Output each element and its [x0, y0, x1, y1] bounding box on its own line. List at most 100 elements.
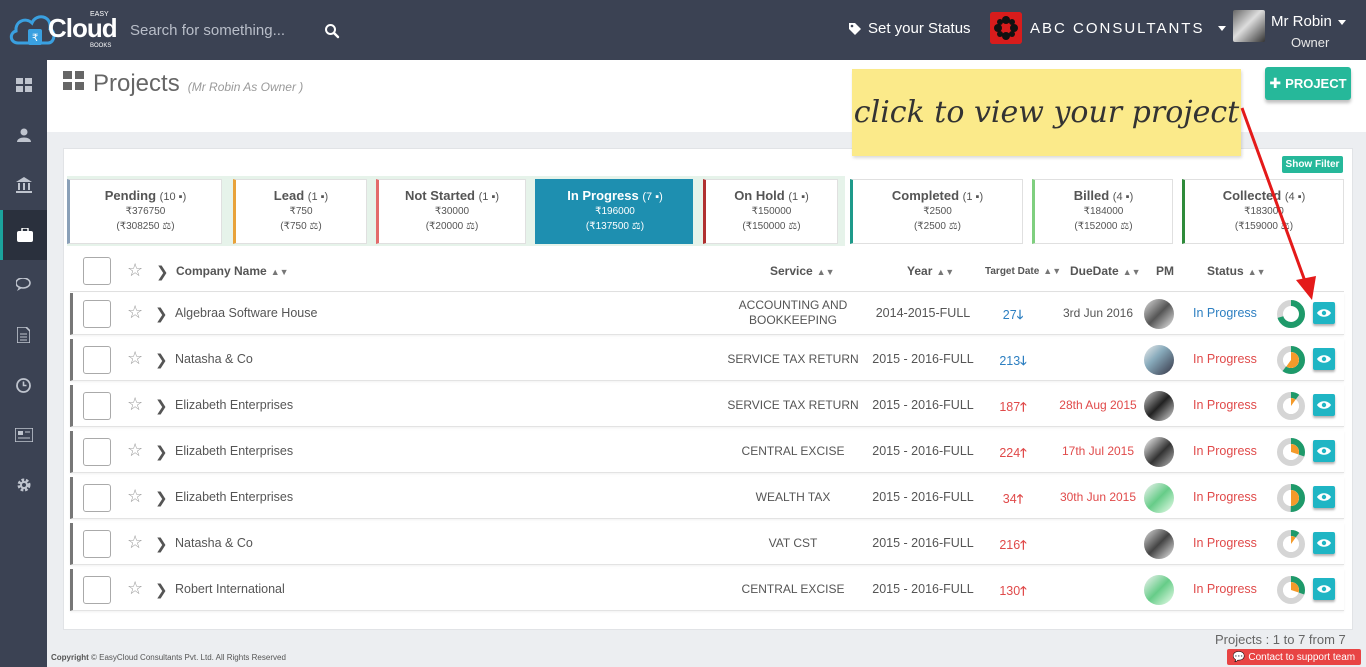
- select-all-checkbox[interactable]: [83, 257, 111, 285]
- chevron-right-icon[interactable]: ❯: [155, 443, 168, 461]
- annotation-note: click to view your project: [852, 69, 1241, 156]
- view-project-button[interactable]: [1313, 578, 1335, 600]
- view-project-button[interactable]: [1313, 348, 1335, 370]
- table-row[interactable]: ☆ ❯ Elizabeth Enterprises WEALTH TAX 2015 - …: [70, 477, 1344, 519]
- sidebar-item-projects[interactable]: [0, 210, 47, 260]
- pm-avatar[interactable]: [1144, 483, 1174, 513]
- star-icon[interactable]: ☆: [127, 302, 143, 323]
- star-icon[interactable]: ☆: [127, 532, 143, 553]
- pm-avatar[interactable]: [1144, 437, 1174, 467]
- scale-icon: ⚖: [1120, 221, 1130, 232]
- chevron-right-icon[interactable]: ❯: [155, 305, 168, 323]
- status-tab-billed[interactable]: Billed (4 ▪) ₹184000 (₹152000 ⚖): [1032, 179, 1173, 244]
- support-label: Contact to support team: [1248, 651, 1356, 663]
- row-checkbox[interactable]: [83, 346, 111, 374]
- header-company[interactable]: Company Name ▲▼: [176, 264, 289, 278]
- chat-bubble-icon: 💬: [1232, 651, 1246, 663]
- company-name: Natasha & Co: [175, 352, 253, 366]
- view-project-button[interactable]: [1313, 440, 1335, 462]
- table-row[interactable]: ☆ ❯ Algebraa Software House ACCOUNTING AND …: [70, 293, 1344, 335]
- status-tab-subamount: (₹2500 ⚖): [913, 221, 962, 232]
- set-status-link[interactable]: Set your Status: [848, 20, 971, 37]
- target-days: 213🡓: [999, 354, 1027, 368]
- header-due-date[interactable]: DueDate ▲▼: [1070, 264, 1141, 278]
- star-icon[interactable]: ☆: [127, 394, 143, 415]
- star-icon[interactable]: ☆: [127, 486, 143, 507]
- header-year[interactable]: Year ▲▼: [907, 264, 954, 278]
- pm-avatar[interactable]: [1144, 575, 1174, 605]
- star-icon[interactable]: ☆: [127, 578, 143, 599]
- progress-donut: [1277, 576, 1305, 604]
- status-tab-in-progress[interactable]: In Progress (7 ▪) ₹196000 (₹137500 ⚖): [535, 179, 693, 244]
- status-text: In Progress: [1193, 306, 1257, 320]
- status-tab-not-started[interactable]: Not Started (1 ▪) ₹30000 (₹20000 ⚖): [376, 179, 526, 244]
- view-project-button[interactable]: [1313, 486, 1335, 508]
- tag-icon: [849, 22, 861, 35]
- scale-icon: ⚖: [788, 221, 798, 232]
- chevron-down-icon: [1337, 19, 1346, 25]
- pm-avatar[interactable]: [1144, 345, 1174, 375]
- sidebar-item-bank[interactable]: [0, 160, 47, 210]
- row-checkbox[interactable]: [83, 530, 111, 558]
- status-tab-subamount: (₹137500 ⚖): [585, 221, 645, 232]
- view-project-button[interactable]: [1313, 302, 1335, 324]
- status-tab-on-hold[interactable]: On Hold (1 ▪) ₹150000 (₹150000 ⚖): [703, 179, 838, 244]
- status-tab-lead[interactable]: Lead (1 ▪) ₹750 (₹750 ⚖): [233, 179, 367, 244]
- row-checkbox[interactable]: [83, 576, 111, 604]
- sidebar-item-users[interactable]: [0, 110, 47, 160]
- star-icon[interactable]: ☆: [127, 260, 143, 281]
- chevron-right-icon[interactable]: ❯: [155, 535, 168, 553]
- search-input[interactable]: [122, 14, 352, 46]
- table-row[interactable]: ☆ ❯ Elizabeth Enterprises CENTRAL EXCISE 201…: [70, 431, 1344, 473]
- row-checkbox[interactable]: [83, 300, 111, 328]
- row-checkbox[interactable]: [83, 484, 111, 512]
- sidebar-item-dashboard[interactable]: [0, 60, 47, 110]
- status-tab-amount: ₹30000: [434, 206, 470, 217]
- chevron-right-icon[interactable]: ❯: [156, 263, 169, 281]
- chevron-right-icon[interactable]: ❯: [155, 489, 168, 507]
- briefcase-icon: ▪: [320, 191, 325, 203]
- user-menu[interactable]: Mr Robin Owner: [1233, 8, 1363, 54]
- row-checkbox[interactable]: [83, 438, 111, 466]
- view-project-button[interactable]: [1313, 532, 1335, 554]
- contact-support-button[interactable]: 💬 Contact to support team: [1227, 649, 1361, 665]
- pm-avatar[interactable]: [1144, 529, 1174, 559]
- sidebar-item-chat[interactable]: [0, 260, 47, 310]
- eye-icon: [1317, 309, 1331, 317]
- status-tab-name: Pending (10 ▪): [104, 188, 187, 203]
- sidebar-item-settings[interactable]: [0, 460, 47, 510]
- pm-avatar[interactable]: [1144, 299, 1174, 329]
- chevron-right-icon[interactable]: ❯: [155, 581, 168, 599]
- table-row[interactable]: ☆ ❯ Elizabeth Enterprises SERVICE TAX RETUR…: [70, 385, 1344, 427]
- sidebar-item-time[interactable]: [0, 360, 47, 410]
- status-tab-pending[interactable]: Pending (10 ▪) ₹376750 (₹308250 ⚖): [67, 179, 222, 244]
- annotation-arrow: [1240, 107, 1316, 300]
- table-row[interactable]: ☆ ❯ Natasha & Co VAT CST 2015 - 2016-FULL 216…: [70, 523, 1344, 565]
- header-service[interactable]: Service ▲▼: [770, 264, 835, 278]
- scale-icon: ⚖: [162, 221, 172, 232]
- user-name: Mr Robin: [1271, 13, 1346, 30]
- easycloud-logo[interactable]: ₹ EASY Cloud BOOKS: [8, 5, 120, 55]
- chevron-right-icon[interactable]: ❯: [155, 351, 168, 369]
- sidebar: [0, 60, 47, 667]
- star-icon[interactable]: ☆: [127, 440, 143, 461]
- row-checkbox[interactable]: [83, 392, 111, 420]
- grid-icon: [63, 71, 84, 90]
- company-name: Robert International: [175, 582, 285, 596]
- sidebar-item-documents[interactable]: [0, 310, 47, 360]
- table-row[interactable]: ☆ ❯ Robert International CENTRAL EXCISE 2015…: [70, 569, 1344, 611]
- header-target-date[interactable]: Target Date ▲▼: [985, 266, 1061, 277]
- star-icon[interactable]: ☆: [127, 348, 143, 369]
- company-name: Elizabeth Enterprises: [175, 490, 294, 504]
- status-tab-completed[interactable]: Completed (1 ▪) ₹2500 (₹2500 ⚖): [850, 179, 1023, 244]
- view-project-button[interactable]: [1313, 394, 1335, 416]
- sidebar-item-news[interactable]: [0, 410, 47, 460]
- progress-donut: [1277, 530, 1305, 558]
- search-icon[interactable]: [324, 23, 340, 39]
- table-row[interactable]: ☆ ❯ Natasha & Co SERVICE TAX RETURN 2015 - 2…: [70, 339, 1344, 381]
- company-selector[interactable]: ABC CONSULTANTS: [990, 12, 1227, 44]
- status-tab-name: Billed (4 ▪): [1073, 188, 1134, 203]
- pm-avatar[interactable]: [1144, 391, 1174, 421]
- add-project-button[interactable]: ✚ PROJECT: [1265, 67, 1351, 100]
- chevron-right-icon[interactable]: ❯: [155, 397, 168, 415]
